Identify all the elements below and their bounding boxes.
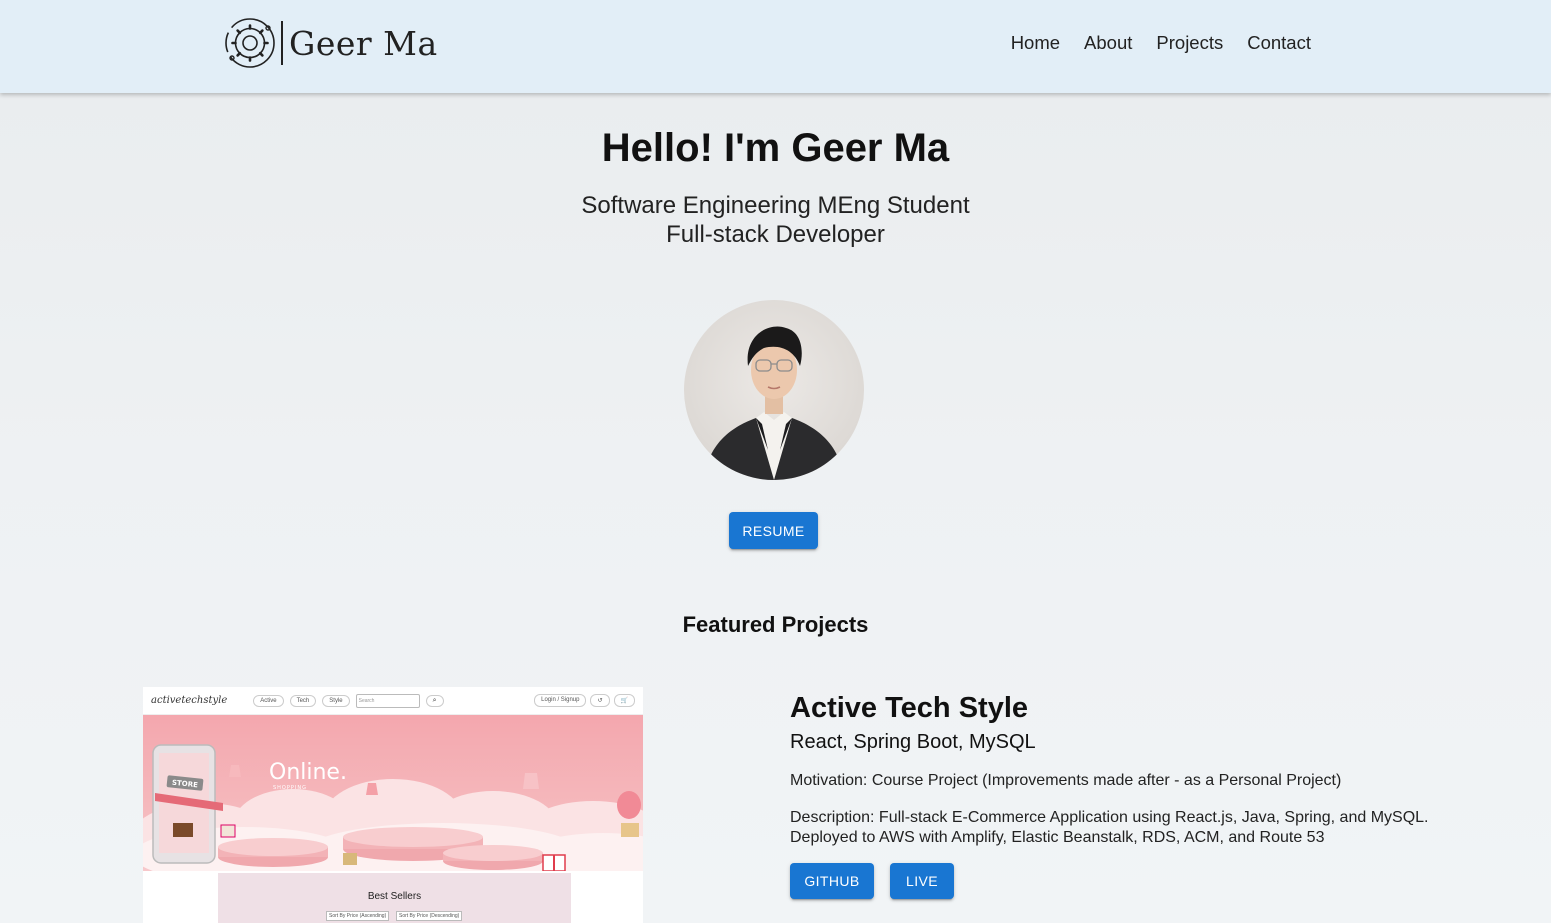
screenshot-nav-item: Tech — [289, 694, 317, 707]
screenshot-banner-sub: SHOPPING — [273, 785, 307, 791]
nav-links: Home About Projects Contact — [1011, 32, 1311, 54]
gear-icon — [225, 18, 275, 68]
bestsellers-title: Best Sellers — [367, 891, 422, 902]
resume-button[interactable]: RESUME — [729, 512, 818, 549]
project-screenshot: activetechstyle Active Tech Style Search… — [143, 687, 643, 923]
hero-subtitle-role: Software Engineering MEng Student — [581, 192, 970, 219]
nav-link-projects[interactable]: Projects — [1156, 32, 1223, 54]
project-motivation: Motivation: Course Project (Improvements… — [790, 772, 1342, 789]
project-tech-stack: React, Spring Boot, MySQL — [790, 731, 1036, 753]
project-description: Description: Full-stack E-Commerce Appli… — [790, 809, 1429, 846]
sort-descending: Sort By Price (Descending) — [396, 911, 463, 921]
screenshot-bestsellers: Best Sellers Sort By Price (Ascending) S… — [143, 871, 643, 923]
screenshot-nav-item: Active — [253, 694, 284, 707]
project-title: Active Tech Style — [790, 692, 1029, 724]
sort-ascending: Sort By Price (Ascending) — [326, 911, 390, 921]
nav-link-home[interactable]: Home — [1011, 32, 1060, 54]
screenshot-login: Login / Signup — [534, 694, 587, 707]
nav-link-about[interactable]: About — [1084, 32, 1132, 54]
profile-photo — [704, 326, 844, 480]
github-button[interactable]: GITHUB — [790, 863, 874, 899]
shopping-banner-art: STORE Online. SHOPPING — [143, 744, 643, 871]
screenshot-navbar: activetechstyle Active Tech Style Search… — [143, 687, 643, 715]
nav-link-contact[interactable]: Contact — [1247, 32, 1311, 54]
bestsellers-box: Best Sellers Sort By Price (Ascending) S… — [218, 873, 571, 923]
hero-subtitle-skill: Full-stack Developer — [666, 221, 885, 248]
history-icon: ↺ — [590, 694, 610, 707]
screenshot-logo: activetechstyle — [151, 695, 228, 706]
search-icon: ⌕ — [425, 694, 444, 707]
featured-projects-heading: Featured Projects — [682, 612, 869, 637]
brand-logo[interactable]: Geer Ma — [223, 16, 438, 70]
navbar: Geer Ma Home About Projects Contact — [0, 0, 1551, 93]
live-button[interactable]: LIVE — [890, 863, 954, 899]
avatar — [684, 300, 864, 480]
brand-name: Geer Ma — [289, 23, 438, 63]
brand-divider — [281, 21, 283, 65]
screenshot-banner: STORE Online. SHOPPING — [143, 715, 643, 871]
hero-subtitle: Software Engineering MEng Student Full-s… — [0, 191, 1551, 249]
screenshot-search: Search — [355, 693, 420, 708]
hero-title: Hello! I'm Geer Ma — [601, 126, 950, 170]
screenshot-nav-item: Style — [322, 694, 350, 707]
screenshot-banner-title: Online. — [269, 760, 347, 785]
cart-icon: 🛒 — [613, 694, 635, 707]
